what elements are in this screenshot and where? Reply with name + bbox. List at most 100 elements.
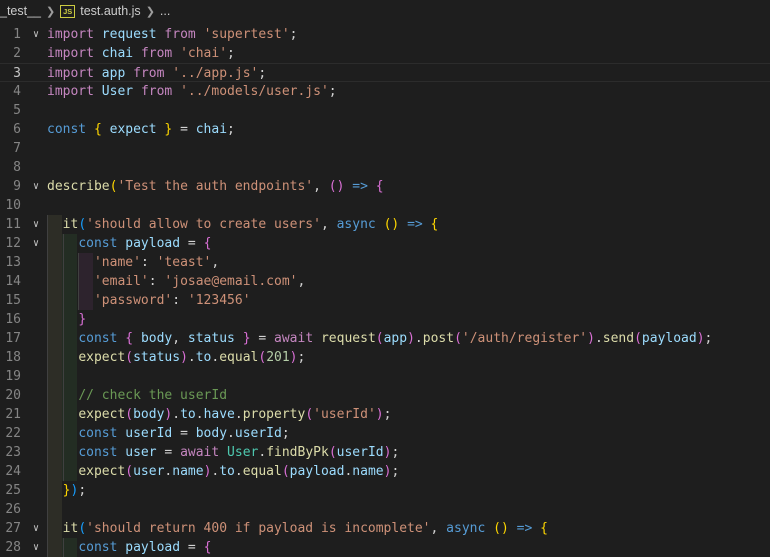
line-number: 20	[5, 388, 21, 403]
code-token: chai	[195, 122, 228, 137]
code-text[interactable]: 'name': 'teast',	[47, 253, 219, 272]
code-text[interactable]: const { body, status } = await request(a…	[47, 329, 712, 348]
code-line[interactable]: 19	[0, 367, 770, 386]
line-number: 6	[13, 122, 21, 137]
code-token: =	[172, 122, 196, 137]
code-token: 201	[266, 350, 290, 365]
chevron-right-icon: ❯	[145, 5, 155, 18]
code-line[interactable]: 6 const { expect } = chai;	[0, 120, 770, 139]
code-token: userId	[125, 426, 173, 441]
code-token: (	[328, 445, 337, 460]
fold-chevron-icon[interactable]: ∨	[29, 215, 43, 234]
code-token: name	[172, 464, 204, 479]
code-token: from	[164, 27, 196, 42]
code-token: status	[187, 331, 235, 346]
code-text[interactable]: expect(body).to.have.property('userId');	[47, 405, 391, 424]
code-line[interactable]: 5	[0, 101, 770, 120]
code-line[interactable]: 14 'email': 'josae@email.com',	[0, 272, 770, 291]
code-line[interactable]: 1 ∨ import request from 'supertest';	[0, 25, 770, 44]
code-token: .	[187, 350, 196, 365]
code-line[interactable]: 18 expect(status).to.equal(201);	[0, 348, 770, 367]
code-text[interactable]: });	[47, 481, 86, 500]
code-text[interactable]: expect(status).to.equal(201);	[47, 348, 305, 367]
code-text[interactable]: const userId = body.userId;	[47, 424, 290, 443]
code-line[interactable]: 11 ∨ it('should allow to create users', a…	[0, 215, 770, 234]
code-line[interactable]: 16 }	[0, 310, 770, 329]
code-line[interactable]: 25 });	[0, 481, 770, 500]
code-token: const	[78, 445, 118, 460]
breadcrumb-symbols[interactable]: ...	[160, 4, 170, 18]
code-line[interactable]: 26	[0, 500, 770, 519]
code-line[interactable]: 8	[0, 158, 770, 177]
code-line[interactable]: 17 const { body, status } = await reques…	[0, 329, 770, 348]
code-text[interactable]: const { expect } = chai;	[47, 120, 235, 139]
code-text[interactable]: const user = await User.findByPk(userId)…	[47, 443, 399, 462]
code-token: )	[696, 331, 705, 346]
code-line[interactable]: 28 ∨ const payload = {	[0, 538, 770, 557]
code-line[interactable]: 24 expect(user.name).to.equal(payload.na…	[0, 462, 770, 481]
code-token: .	[414, 331, 423, 346]
code-line[interactable]: 23 const user = await User.findByPk(user…	[0, 443, 770, 462]
code-token: async	[336, 217, 376, 232]
code-token: equal	[242, 464, 282, 479]
code-line[interactable]: 12 ∨ const payload = {	[0, 234, 770, 253]
code-text[interactable]: import User from '../models/user.js';	[47, 82, 337, 101]
fold-chevron-icon[interactable]: ∨	[29, 25, 43, 44]
code-text[interactable]: 'password': '123456'	[47, 291, 251, 310]
code-line[interactable]: 20 // check the userId	[0, 386, 770, 405]
code-editor[interactable]: 1 ∨ import request from 'supertest'; 2 impor…	[0, 25, 770, 557]
code-line[interactable]: 13 'name': 'teast',	[0, 253, 770, 272]
code-text[interactable]: const payload = {	[47, 234, 211, 253]
code-line[interactable]: 21 expect(body).to.have.property('userId…	[0, 405, 770, 424]
code-text[interactable]: import app from '../app.js';	[47, 64, 266, 83]
code-text[interactable]: const payload = {	[47, 538, 211, 557]
code-text[interactable]: it('should return 400 if payload is inco…	[47, 519, 548, 538]
code-line[interactable]: 4 import User from '../models/user.js';	[0, 82, 770, 101]
code-text[interactable]: expect(user.name).to.equal(payload.name)…	[47, 462, 399, 481]
code-line[interactable]: 10	[0, 196, 770, 215]
code-token: (	[634, 331, 642, 346]
code-line[interactable]: 7	[0, 139, 770, 158]
breadcrumb-file[interactable]: test.auth.js	[80, 4, 140, 18]
code-token: ;	[281, 426, 290, 441]
code-token: ,	[430, 521, 447, 536]
fold-chevron-icon[interactable]: ∨	[29, 519, 43, 538]
fold-chevron-icon[interactable]: ∨	[29, 177, 43, 196]
code-token: (	[78, 521, 87, 536]
code-token: {	[375, 179, 384, 194]
code-token: (	[305, 407, 314, 422]
code-line[interactable]: 3 import app from '../app.js';	[0, 63, 770, 82]
code-text[interactable]: }	[47, 310, 86, 329]
code-line[interactable]: 2 import chai from 'chai';	[0, 44, 770, 63]
code-line[interactable]: 9 ∨ describe('Test the auth endpoints', ()…	[0, 177, 770, 196]
code-text[interactable]: describe('Test the auth endpoints', () =…	[47, 177, 384, 196]
code-line[interactable]: 15 'password': '123456'	[0, 291, 770, 310]
code-text[interactable]: 'email': 'josae@email.com',	[47, 272, 305, 291]
code-token: userId	[336, 445, 384, 460]
code-token: .	[172, 407, 181, 422]
breadcrumb-folder[interactable]: _test__	[0, 4, 41, 18]
fold-chevron-icon[interactable]: ∨	[29, 538, 43, 557]
code-token: 'userId'	[313, 407, 376, 422]
code-token: app	[383, 331, 408, 346]
line-number: 3	[13, 66, 21, 81]
code-text[interactable]: it('should allow to create users', async…	[47, 215, 439, 234]
code-line[interactable]: 22 const userId = body.userId;	[0, 424, 770, 443]
code-text[interactable]: import chai from 'chai';	[47, 44, 235, 63]
code-token: (	[125, 350, 134, 365]
code-token: ;	[328, 84, 337, 99]
fold-chevron-icon[interactable]: ∨	[29, 234, 43, 253]
code-token: // check the userId	[78, 388, 228, 403]
code-text[interactable]: import request from 'supertest';	[47, 25, 297, 44]
line-number: 12	[5, 236, 21, 251]
code-text[interactable]: // check the userId	[47, 386, 227, 405]
code-line[interactable]: 27 ∨ it('should return 400 if payload is …	[0, 519, 770, 538]
code-token: )	[180, 350, 188, 365]
code-token: to	[195, 350, 212, 365]
code-token: User	[101, 84, 134, 99]
